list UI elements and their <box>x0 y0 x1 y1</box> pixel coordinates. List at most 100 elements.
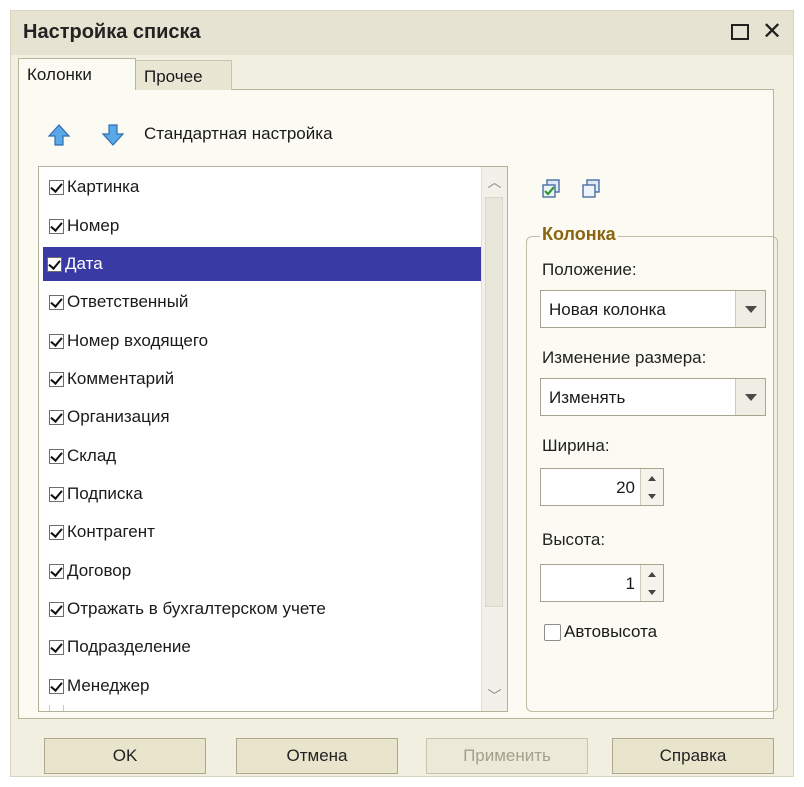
arrow-down-icon <box>101 124 125 146</box>
checkbox[interactable] <box>49 563 64 579</box>
checkbox[interactable] <box>49 409 64 425</box>
list-item[interactable]: Организация <box>45 400 481 434</box>
triangle-down-icon <box>648 589 656 595</box>
arrow-up-icon <box>47 124 71 146</box>
scroll-thumb[interactable] <box>485 197 503 607</box>
height-increment-button[interactable] <box>641 565 663 583</box>
resize-label: Изменение размера: <box>542 348 707 367</box>
height-stepper[interactable]: 1 <box>540 564 664 602</box>
list-item-label: Подразделение <box>67 637 191 656</box>
list-scrollbar[interactable]: ︿ ﹀ <box>481 167 507 711</box>
list-item[interactable]: Менеджер <box>45 669 481 703</box>
chevron-down-icon: ﹀ <box>487 688 502 704</box>
list-item[interactable]: Отражать в бухгалтерском учете <box>45 592 481 626</box>
height-value: 1 <box>625 574 635 593</box>
tab-columns[interactable]: Колонки <box>18 58 136 90</box>
checkbox[interactable] <box>47 256 62 272</box>
chevron-down-icon <box>744 393 757 401</box>
width-label: Ширина: <box>542 436 610 455</box>
list-item-label: Склад <box>67 446 117 465</box>
list-item-label: Организация <box>67 407 170 426</box>
resize-dropdown-button[interactable] <box>735 379 765 415</box>
triangle-down-icon <box>648 493 656 499</box>
list-item-label: Договор <box>67 561 132 580</box>
position-value: Новая колонка <box>549 300 666 319</box>
list-item[interactable]: Склад <box>45 439 481 473</box>
checkbox[interactable] <box>49 678 64 694</box>
standard-setting-button[interactable]: Стандартная настройка <box>144 124 333 144</box>
list-item[interactable]: Контрагент <box>45 515 481 549</box>
checkbox[interactable] <box>49 524 64 540</box>
list-item-label: Ответственный <box>67 292 189 311</box>
title-bar[interactable]: Настройка списка ✕ <box>11 11 793 55</box>
help-button[interactable]: Справка <box>612 738 774 774</box>
close-button[interactable]: ✕ <box>759 19 785 45</box>
maximize-icon <box>731 24 749 40</box>
columns-list[interactable]: Картинка Номер Дата Ответственный Номер … <box>38 166 508 712</box>
checkbox[interactable] <box>49 218 64 234</box>
check-all-icon <box>542 179 560 198</box>
list-item[interactable]: Комментарий <box>45 362 481 396</box>
move-down-button[interactable] <box>100 122 126 148</box>
checkbox[interactable] <box>49 333 64 349</box>
move-up-button[interactable] <box>46 122 72 148</box>
tab-other[interactable]: Прочее <box>136 60 232 90</box>
autoheight-checkbox[interactable]: Автовысота <box>544 622 657 642</box>
close-icon: ✕ <box>761 18 783 45</box>
height-decrement-button[interactable] <box>641 583 663 601</box>
width-decrement-button[interactable] <box>641 487 663 505</box>
list-item[interactable]: Номер <box>45 209 481 243</box>
list-item[interactable]: Договор <box>45 554 481 588</box>
ok-button[interactable]: OK <box>44 738 206 774</box>
checkbox[interactable] <box>49 179 64 195</box>
list-item-label: Номер <box>67 216 120 235</box>
resize-select[interactable]: Изменять <box>540 378 766 416</box>
list-item-label: Номер входящего <box>67 331 209 350</box>
apply-button[interactable]: Применить <box>426 738 588 774</box>
checkbox[interactable] <box>544 623 561 641</box>
checkbox[interactable] <box>49 294 64 310</box>
width-value: 20 <box>616 478 635 497</box>
checkbox[interactable] <box>49 705 64 711</box>
list-item-label: Подписка <box>67 484 143 503</box>
list-item[interactable]: Картинка <box>45 170 481 204</box>
position-label: Положение: <box>542 260 637 279</box>
list-item[interactable]: Ответственный <box>45 285 481 319</box>
checkbox[interactable] <box>49 486 64 502</box>
column-group-title: Колонка <box>540 224 618 245</box>
chevron-up-icon: ︿ <box>487 174 502 190</box>
list-item-label: Комментарий <box>67 369 175 388</box>
uncheck-all-button[interactable] <box>580 178 602 200</box>
width-spin-buttons <box>640 469 663 505</box>
position-select[interactable]: Новая колонка <box>540 290 766 328</box>
list-item[interactable]: Подписка <box>45 477 481 511</box>
list-item-label: Картинка <box>67 177 140 196</box>
chevron-down-icon <box>744 305 757 313</box>
width-stepper[interactable]: 20 <box>540 468 664 506</box>
checkbox[interactable] <box>49 601 64 617</box>
checkbox[interactable] <box>49 448 64 464</box>
resize-value: Изменять <box>549 388 626 407</box>
list-item-label: Контрагент <box>67 522 155 541</box>
triangle-up-icon <box>648 475 656 481</box>
list-item-label: Дата <box>65 254 103 273</box>
list-item-label: Отражать в бухгалтерском учете <box>67 599 326 618</box>
list-item[interactable]: Номер входящего <box>45 324 481 358</box>
list-item-partial[interactable] <box>45 705 481 711</box>
scroll-down-button[interactable]: ﹀ <box>482 683 507 709</box>
checkbox[interactable] <box>49 371 64 387</box>
check-all-button[interactable] <box>540 178 562 200</box>
width-increment-button[interactable] <box>641 469 663 487</box>
triangle-up-icon <box>648 571 656 577</box>
height-spin-buttons <box>640 565 663 601</box>
list-item[interactable]: Подразделение <box>45 630 481 664</box>
scroll-up-button[interactable]: ︿ <box>482 169 507 195</box>
position-dropdown-button[interactable] <box>735 291 765 327</box>
maximize-button[interactable] <box>727 19 753 45</box>
cancel-button[interactable]: Отмена <box>236 738 398 774</box>
uncheck-all-icon <box>582 179 600 198</box>
list-item-selected[interactable]: Дата <box>43 247 483 281</box>
autoheight-label: Автовысота <box>564 622 658 641</box>
height-label: Высота: <box>542 530 606 549</box>
checkbox[interactable] <box>49 639 64 655</box>
